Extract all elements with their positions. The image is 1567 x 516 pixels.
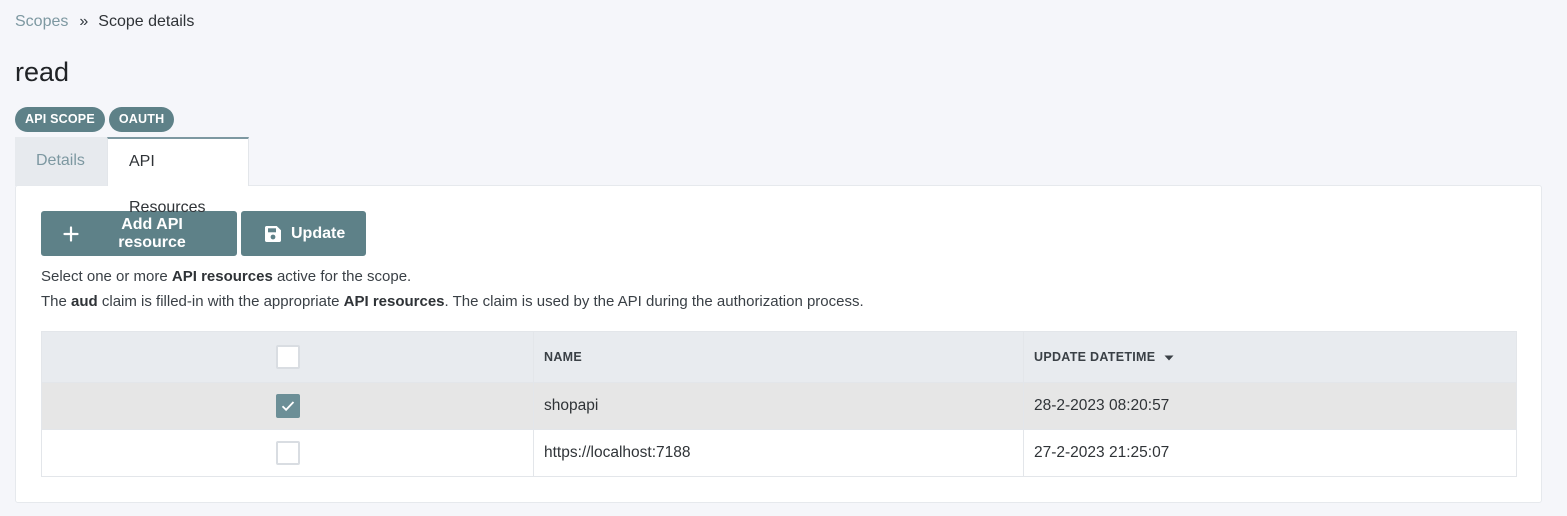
tab-api-resources[interactable]: API Resources [107, 137, 249, 216]
help-text-segment: Select one or more [41, 268, 172, 285]
row-checkbox[interactable] [275, 441, 300, 465]
api-resources-table: NAME UPDATE DATETIME shopapi 28-2-2023 0… [41, 331, 1517, 477]
help-text-bold: API resources [171, 268, 273, 285]
tab-details[interactable]: Details [15, 137, 107, 186]
row-checkbox-checked[interactable] [275, 394, 300, 418]
help-text-bold: aud [71, 293, 98, 310]
table-header-row: NAME UPDATE DATETIME [41, 331, 1517, 383]
breadcrumb: Scopes » Scope details [15, 13, 194, 31]
sort-descending-icon [1164, 350, 1174, 364]
help-text-segment: . The claim is used by the API during th… [444, 293, 864, 310]
breadcrumb-link-scopes[interactable]: Scopes [15, 13, 68, 31]
row-select-cell [41, 382, 534, 430]
breadcrumb-separator: » [79, 13, 89, 30]
breadcrumb-current: Scope details [98, 13, 195, 30]
table-row[interactable]: shopapi 28-2-2023 08:20:57 [41, 382, 1517, 430]
help-text-segment: The [41, 293, 72, 310]
page-title: read [15, 57, 70, 87]
help-line-1: Select one or more API resources active … [41, 264, 864, 289]
check-icon [281, 401, 294, 412]
column-header-update-datetime-label: UPDATE DATETIME [1034, 349, 1156, 364]
tab-bar: Details API Resources [15, 137, 249, 216]
cell-update-datetime: 27-2-2023 21:25:07 [1023, 429, 1517, 477]
cell-name: https://localhost:7188 [533, 429, 1024, 477]
badge-oauth: OAUTH [108, 107, 175, 132]
column-header-update-datetime[interactable]: UPDATE DATETIME [1023, 331, 1517, 383]
select-all-checkbox[interactable] [275, 345, 300, 369]
help-text-segment: claim is filled-in with the appropriate [97, 293, 344, 310]
help-text-bold: API resources [343, 293, 445, 310]
cell-name: shopapi [533, 382, 1024, 430]
help-text: Select one or more API resources active … [41, 264, 864, 314]
update-button[interactable]: Update [241, 211, 366, 256]
column-header-name[interactable]: NAME [533, 331, 1024, 383]
plus-icon [63, 225, 79, 242]
cell-update-datetime: 28-2-2023 08:20:57 [1023, 382, 1517, 430]
badge-api-scope: API SCOPE [15, 107, 105, 132]
badge-group: API SCOPE OAUTH [15, 107, 175, 132]
select-all-cell [41, 331, 534, 383]
help-text-segment: active for the scope. [272, 268, 412, 285]
table-row[interactable]: https://localhost:7188 27-2-2023 21:25:0… [41, 429, 1517, 477]
api-resources-panel: Add API resource Update Select one or mo… [15, 185, 1542, 503]
row-select-cell [41, 429, 534, 477]
help-line-2: The aud claim is filled-in with the appr… [41, 289, 864, 314]
save-icon [263, 224, 283, 244]
update-label: Update [291, 224, 346, 242]
